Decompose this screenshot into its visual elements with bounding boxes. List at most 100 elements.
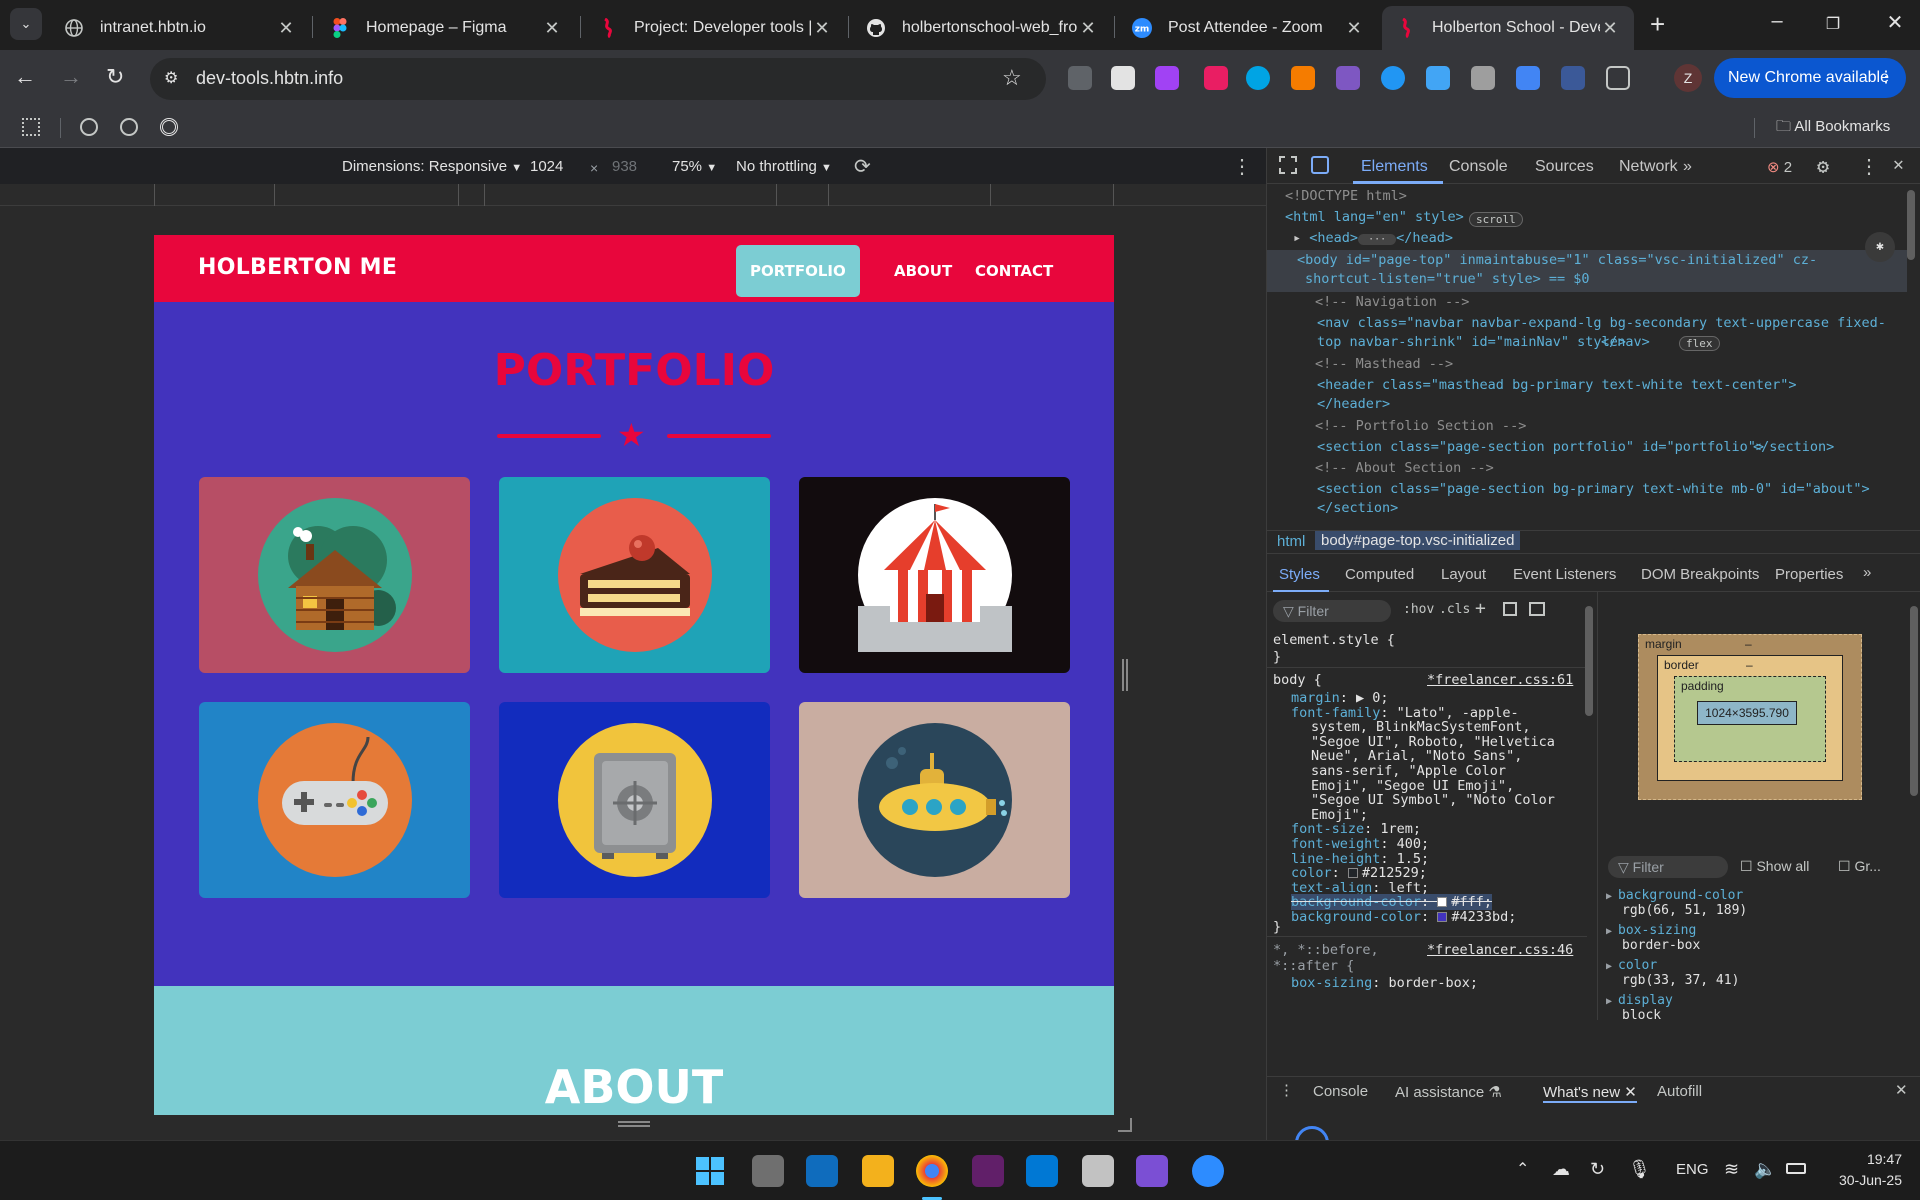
group-checkbox[interactable]: ☐ Gr... xyxy=(1838,858,1881,875)
error-counter[interactable]: ⊗ 2 xyxy=(1767,158,1792,176)
clock-time[interactable]: 19:47 xyxy=(1846,1151,1902,1167)
back-button[interactable]: ← xyxy=(14,64,36,90)
drawer-tab-ai[interactable]: AI assistance ⚗ xyxy=(1395,1083,1502,1101)
clock-date[interactable]: 30-Jun-25 xyxy=(1836,1172,1902,1188)
translate-extension-icon[interactable] xyxy=(1068,66,1092,90)
devtools-tab-network[interactable]: Network xyxy=(1619,158,1678,176)
drawer-tab-console[interactable]: Console xyxy=(1313,1083,1368,1100)
file-explorer-icon[interactable] xyxy=(862,1155,894,1187)
tab-zoom[interactable]: zm Post Attendee - Zoom ✕ xyxy=(1118,6,1378,50)
screen-capture-extension-icon[interactable] xyxy=(1155,66,1179,90)
subtab-computed[interactable]: Computed xyxy=(1345,566,1414,583)
drawer-menu-icon[interactable]: ⋮ xyxy=(1279,1081,1294,1099)
css-declaration[interactable]: system, BlinkMacSystemFont, xyxy=(1311,719,1530,735)
css-declaration[interactable]: Emoji", "Segoe UI Emoji", xyxy=(1311,778,1514,794)
nav-contact[interactable]: CONTACT xyxy=(961,245,1067,297)
nav-node[interactable]: <nav class="navbar navbar-expand-lg bg-s… xyxy=(1317,315,1886,331)
tab-holberton-active[interactable]: Holberton School - Develo ✕ xyxy=(1382,6,1634,50)
element-style-selector[interactable]: element.style { xyxy=(1273,632,1395,648)
slack-icon[interactable] xyxy=(972,1155,1004,1187)
resize-handle-corner[interactable] xyxy=(1118,1118,1132,1132)
site-info-icon[interactable]: ⚙ xyxy=(164,68,178,88)
head-node[interactable]: ▸ <head> ··· </head> xyxy=(1293,230,1453,246)
body-rule-source[interactable]: *freelancer.css:61 xyxy=(1427,672,1573,688)
portfolio-card-controller[interactable] xyxy=(199,702,470,898)
rotate-icon[interactable]: ⟳ xyxy=(854,154,871,179)
address-bar[interactable]: ⚙ dev-tools.hbtn.info ☆ xyxy=(150,58,1046,100)
breadcrumb-body[interactable]: body#page-top.vsc-initialized xyxy=(1315,531,1521,550)
styles-filter-input[interactable]: ▽ Filter xyxy=(1273,600,1391,622)
device-toggle-icon[interactable] xyxy=(1311,156,1329,174)
google-translate-extension-icon[interactable] xyxy=(1516,66,1540,90)
close-tab-icon[interactable]: ✕ xyxy=(276,18,296,39)
subtab-dom-breakpoints[interactable]: DOM Breakpoints xyxy=(1641,566,1759,583)
reload-button[interactable]: ↻ xyxy=(106,64,124,90)
css-declaration[interactable]: text-align: left; xyxy=(1291,880,1429,896)
tray-overflow-icon[interactable]: ⌃ xyxy=(1516,1159,1529,1179)
close-tab-icon[interactable]: ✕ xyxy=(812,18,832,39)
dimensions-dropdown[interactable]: Dimensions: Responsive ▼ xyxy=(342,158,522,175)
computed-property[interactable]: ▶ color rgb(33, 37, 41) xyxy=(1606,958,1739,988)
dom-scrollbar[interactable] xyxy=(1907,190,1915,260)
outlook-icon[interactable] xyxy=(806,1155,838,1187)
portfolio-card-submarine[interactable] xyxy=(799,702,1070,898)
css-declaration[interactable]: "Segoe UI", Roboto, "Helvetica xyxy=(1311,734,1555,750)
cls-toggle[interactable]: .cls xyxy=(1439,602,1470,617)
css-declaration[interactable]: font-size: 1rem; xyxy=(1291,821,1421,837)
about-section-node[interactable]: <section class="page-section bg-primary … xyxy=(1317,481,1870,497)
mic-icon[interactable]: 🎙 xyxy=(1628,1159,1651,1180)
zoom-dropdown[interactable]: 75% ▼ xyxy=(672,158,717,175)
portfolio-card-safe[interactable] xyxy=(499,702,770,898)
minimize-button[interactable]: – xyxy=(1762,10,1792,33)
body-selector[interactable]: body { xyxy=(1273,672,1322,688)
media-query-ruler[interactable] xyxy=(0,184,1266,206)
universal-selector[interactable]: *, *::before, xyxy=(1273,942,1379,958)
feather-extension-icon[interactable] xyxy=(1336,66,1360,90)
devtools-menu-icon[interactable]: ⋮ xyxy=(1859,154,1879,178)
more-subtabs-icon[interactable]: » xyxy=(1863,564,1871,581)
hov-toggle[interactable]: :hov xyxy=(1403,602,1434,617)
css-declaration[interactable]: Neue", Arial, "Noto Sans", xyxy=(1311,748,1522,764)
close-drawer-icon[interactable]: ✕ xyxy=(1895,1081,1908,1099)
device-more-icon[interactable]: ⋮ xyxy=(1232,154,1252,179)
color-swatch[interactable] xyxy=(1437,912,1448,922)
css-declaration[interactable]: "Segoe UI Symbol", "Noto Color xyxy=(1311,792,1555,808)
computed-filter-input[interactable]: ▽ Filter xyxy=(1608,856,1728,878)
task-view-icon[interactable] xyxy=(752,1155,784,1187)
drive-extension-icon[interactable] xyxy=(1561,66,1585,90)
width-input[interactable]: 1024 xyxy=(530,158,563,175)
sync-extension-icon[interactable] xyxy=(1381,66,1405,90)
more-tabs-icon[interactable]: » xyxy=(1683,158,1692,176)
resize-handle-right[interactable] xyxy=(1122,659,1128,691)
globe-bookmark-icon[interactable] xyxy=(80,118,98,136)
paint-icon[interactable] xyxy=(1503,602,1517,616)
screenshot-extension-icon[interactable] xyxy=(1426,66,1450,90)
site-brand[interactable]: HOLBERTON ME xyxy=(198,255,397,280)
tab-project-devtools[interactable]: Project: Developer tools | H ✕ xyxy=(584,6,846,50)
inspect-element-icon[interactable] xyxy=(1279,156,1297,174)
tab-github[interactable]: holbertonschool-web_fron ✕ xyxy=(852,6,1112,50)
css-declaration[interactable]: font-family: "Lato", -apple- xyxy=(1291,705,1519,721)
add-rule-icon[interactable]: + xyxy=(1475,598,1486,619)
computed-scrollbar[interactable] xyxy=(1910,606,1918,796)
text-extension-icon[interactable] xyxy=(1111,66,1135,90)
wifi-icon[interactable]: ≋ xyxy=(1724,1159,1739,1180)
accessibility-icon[interactable]: ✱ xyxy=(1865,232,1895,262)
nav-about[interactable]: ABOUT xyxy=(880,245,966,297)
notes-extension-icon[interactable] xyxy=(1291,66,1315,90)
computed-property[interactable]: ▶ background-color rgb(66, 51, 189) xyxy=(1606,888,1747,918)
css-declaration[interactable]: color: #212529; xyxy=(1291,865,1427,881)
extensions-puzzle-icon[interactable] xyxy=(1606,66,1630,90)
close-tab-icon[interactable]: ✕ xyxy=(542,18,562,39)
close-tab-icon[interactable]: ✕ xyxy=(1600,18,1620,39)
language-indicator[interactable]: ENG xyxy=(1676,1161,1709,1178)
zoom-app-icon[interactable] xyxy=(1192,1155,1224,1187)
resize-handle-bottom[interactable] xyxy=(618,1121,650,1127)
subtab-properties[interactable]: Properties xyxy=(1775,566,1843,583)
devtools-tab-elements[interactable]: Elements xyxy=(1361,158,1428,176)
css-declaration[interactable]: Emoji"; xyxy=(1311,807,1368,823)
expand-arrow-icon[interactable]: ▶ xyxy=(1606,926,1612,937)
tab-figma[interactable]: Homepage – Figma ✕ xyxy=(316,6,576,50)
devtools-tab-console[interactable]: Console xyxy=(1449,158,1508,176)
portfolio-card-cake[interactable] xyxy=(499,477,770,673)
